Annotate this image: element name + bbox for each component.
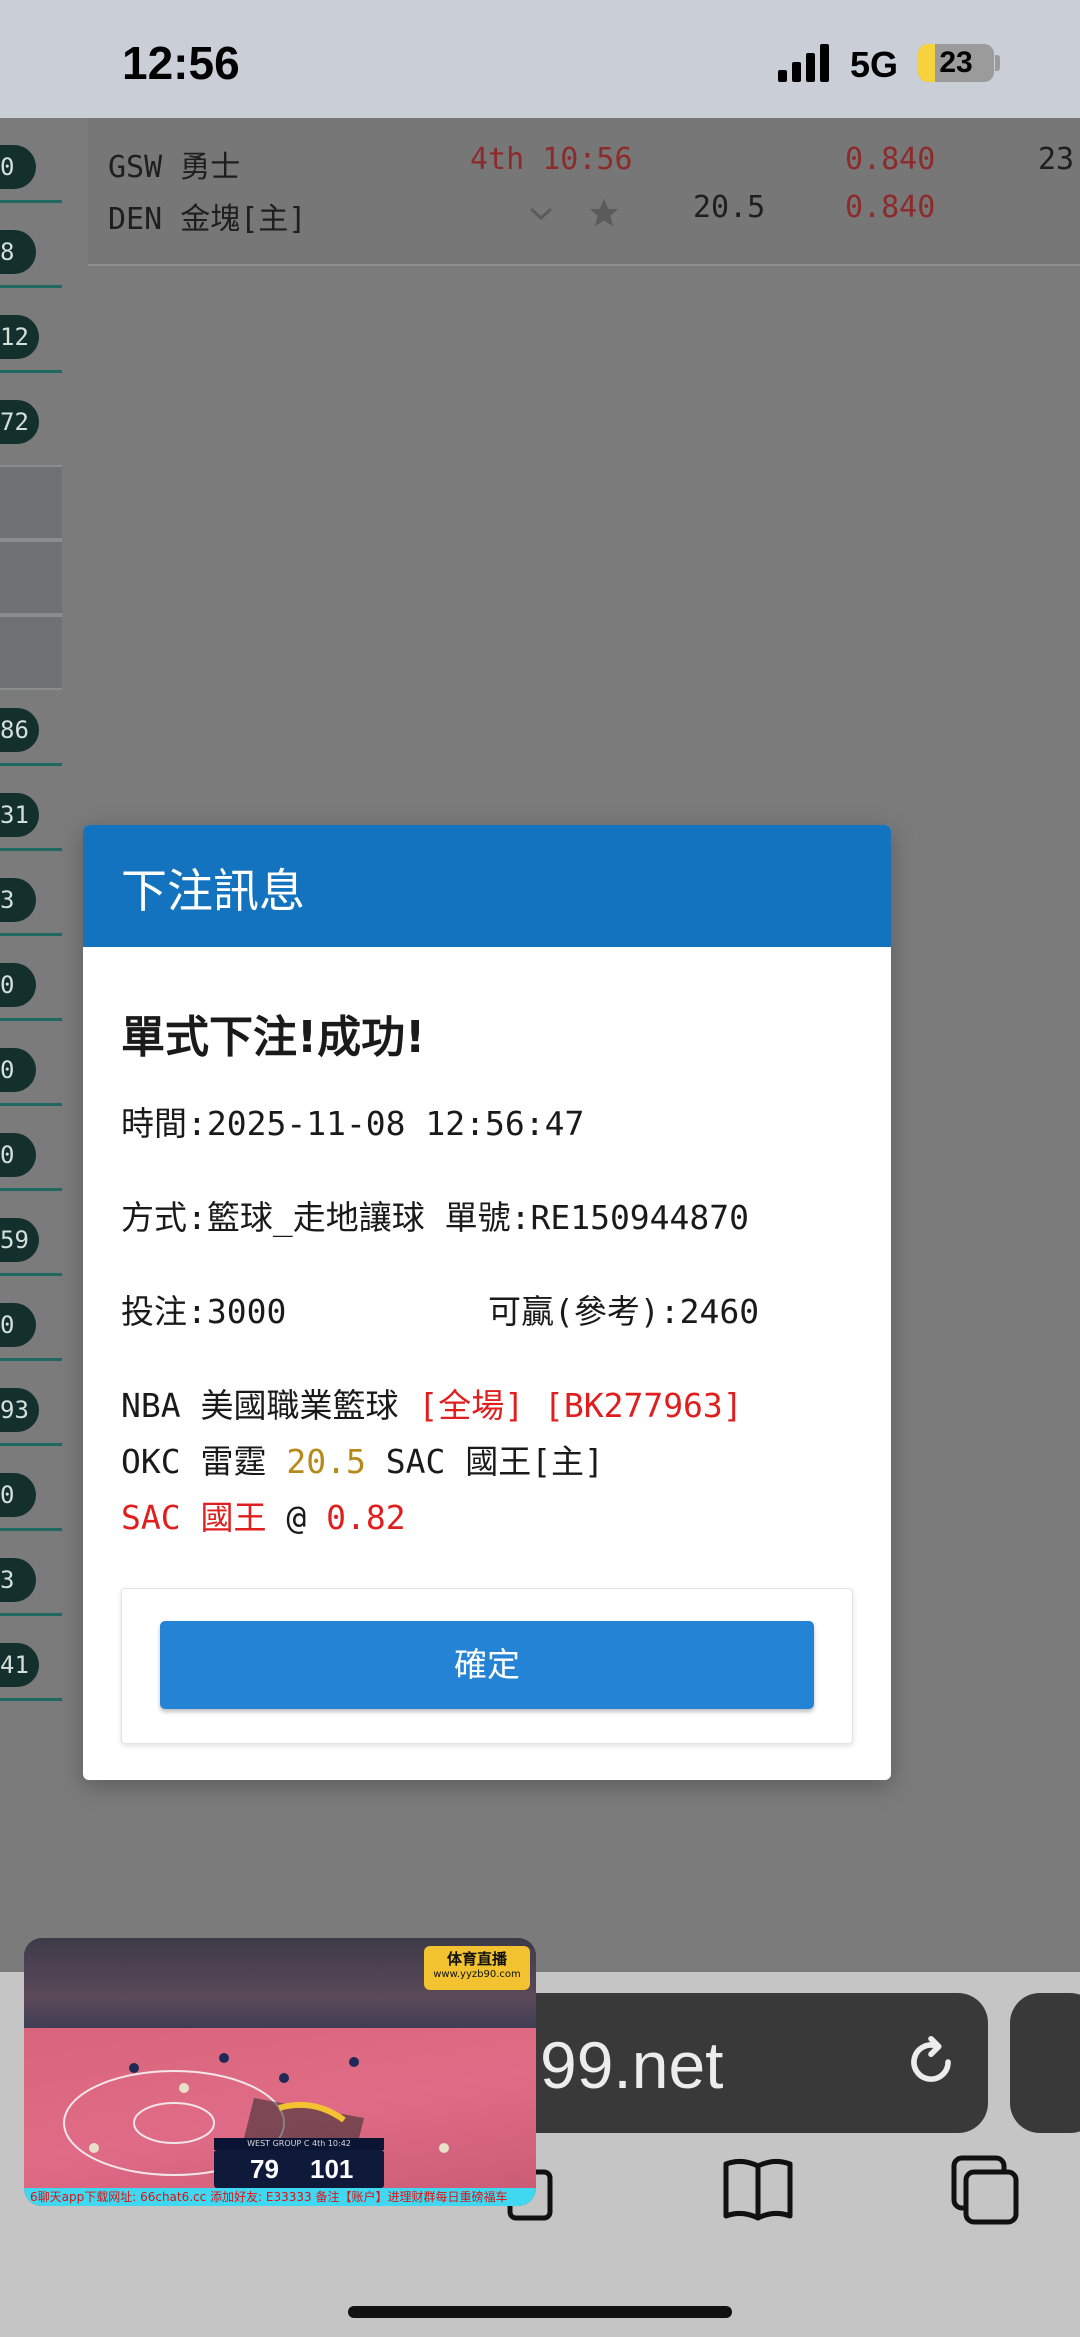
- broadcast-logo-text: 体育直播: [446, 1950, 507, 1968]
- bookmarks-icon[interactable]: [718, 2150, 798, 2230]
- divider: [0, 848, 62, 851]
- battery-percent: 23: [939, 46, 973, 79]
- bet-stake: 投注:3000: [121, 1292, 287, 1331]
- next-tab-preview[interactable]: [1010, 1993, 1080, 2133]
- left-odds-pill[interactable]: 86: [0, 708, 39, 752]
- empty-cell: [0, 615, 62, 690]
- odds-bottom[interactable]: 0.840: [845, 190, 935, 225]
- left-odds-pill[interactable]: 0: [0, 1473, 36, 1517]
- matchup-away: OKC 雷霆: [121, 1442, 267, 1481]
- scorebug: WEST GROUP C 4th 10:42 79 101: [214, 2138, 384, 2188]
- bet-league-line: NBA 美國職業籃球 [全場] [BK277963]: [121, 1379, 743, 1427]
- divider: [0, 1358, 62, 1361]
- left-odds-pill[interactable]: 0: [0, 1303, 36, 1347]
- extra-value: 23: [1038, 142, 1075, 177]
- pick-team: SAC 國王: [121, 1498, 267, 1537]
- left-odds-column: 0 8 12 72 86 31 3 0 0 0 59 0 93 0 3 41: [0, 118, 62, 1718]
- pick-odds: 0.82: [326, 1498, 406, 1537]
- network-type: 5G: [850, 44, 899, 85]
- divider: [0, 1018, 62, 1021]
- pick-at: @: [286, 1498, 307, 1537]
- left-odds-pill[interactable]: 0: [0, 145, 36, 189]
- left-odds-pill[interactable]: 0: [0, 1048, 36, 1092]
- left-odds-pill[interactable]: 12: [0, 315, 39, 359]
- divider: [0, 1188, 62, 1191]
- divider: [0, 1528, 62, 1531]
- bet-time: 時間:2025-11-08 12:56:47: [121, 1104, 585, 1143]
- pip-video-player[interactable]: 体育直播 www.yyzb90.com WEST GROUP C 4th 10:…: [24, 1938, 536, 2206]
- bet-scope: [全場]: [418, 1386, 525, 1425]
- home-team-label: DEN 金塊[主]: [108, 202, 307, 237]
- odds-top[interactable]: 0.840: [845, 142, 935, 177]
- period-time: 4th 10:56: [470, 142, 633, 177]
- broadcast-logo-url: www.yyzb90.com: [433, 1969, 521, 1980]
- league-name: NBA 美國職業籃球: [121, 1386, 399, 1425]
- bet-info-modal: 下注訊息 單式下注!成功! 時間:2025-11-08 12:56:47 方式:…: [83, 825, 891, 1780]
- divider: [0, 1613, 62, 1616]
- left-odds-pill[interactable]: 41: [0, 1643, 39, 1687]
- matchup-handicap: 20.5: [286, 1442, 366, 1481]
- left-odds-pill[interactable]: 3: [0, 1558, 36, 1602]
- divider: [0, 763, 62, 766]
- scorebug-header: WEST GROUP C 4th 10:42: [214, 2138, 384, 2150]
- score-home: 101: [310, 2154, 354, 2184]
- divider: [0, 370, 62, 373]
- left-odds-pill[interactable]: 0: [0, 1133, 36, 1177]
- left-odds-pill[interactable]: 0: [0, 963, 36, 1007]
- divider: [0, 1698, 62, 1701]
- tabs-icon[interactable]: [944, 2150, 1024, 2230]
- modal-header: 下注訊息: [83, 825, 891, 947]
- matchup-line: OKC 雷霆 20.5 SAC 國王[主]: [121, 1435, 604, 1483]
- reload-icon[interactable]: [900, 2031, 962, 2093]
- divider: [0, 1443, 62, 1446]
- result-heading: 單式下注!成功!: [121, 1012, 426, 1063]
- handicap-value: 20.5: [693, 190, 766, 225]
- chevron-down-icon[interactable]: [528, 206, 554, 222]
- left-odds-pill[interactable]: 3: [0, 878, 36, 922]
- battery-icon: 23: [918, 44, 994, 82]
- empty-cell: [0, 540, 62, 615]
- bet-code: [BK277963]: [543, 1386, 743, 1425]
- battery-cap: [995, 55, 1000, 71]
- broadcast-logo: 体育直播 www.yyzb90.com: [424, 1946, 530, 1990]
- url-text: 99.net: [540, 2028, 724, 2102]
- left-odds-pill[interactable]: 31: [0, 793, 39, 837]
- divider: [0, 1103, 62, 1106]
- home-indicator: [348, 2306, 732, 2318]
- away-team-label: GSW 勇士: [108, 150, 241, 185]
- left-odds-pill[interactable]: 72: [0, 400, 39, 444]
- cellular-signal-icon: [778, 44, 829, 82]
- left-odds-pill[interactable]: 8: [0, 230, 36, 274]
- match-row[interactable]: GSW 勇士 DEN 金塊[主] 4th 10:56 20.5 0.840 0.…: [88, 118, 1080, 266]
- left-odds-pill[interactable]: 93: [0, 1388, 39, 1432]
- divider: [0, 200, 62, 203]
- confirm-button[interactable]: 確定: [160, 1621, 814, 1709]
- modal-footer: 確定: [121, 1588, 853, 1744]
- status-bar: 12:56 5G 23: [0, 0, 1080, 118]
- status-time: 12:56: [122, 37, 240, 89]
- divider: [0, 285, 62, 288]
- score-away: 79: [250, 2154, 279, 2184]
- bet-payout: 可贏(參考):2460: [488, 1292, 760, 1331]
- video-ticker: 6聊天app下载网址: 66chat6.cc 添加好友: E33333 备注【账…: [24, 2188, 536, 2206]
- empty-cell: [0, 465, 62, 540]
- matchup-home: SAC 國王[主]: [385, 1442, 604, 1481]
- divider: [0, 1273, 62, 1276]
- left-odds-pill[interactable]: 59: [0, 1218, 39, 1262]
- pick-line: SAC 國王 @ 0.82: [121, 1491, 406, 1539]
- star-icon[interactable]: [586, 196, 622, 230]
- modal-title: 下注訊息: [121, 864, 305, 918]
- divider: [0, 933, 62, 936]
- bet-method: 方式:籃球_走地讓球 單號:RE150944870: [121, 1198, 750, 1237]
